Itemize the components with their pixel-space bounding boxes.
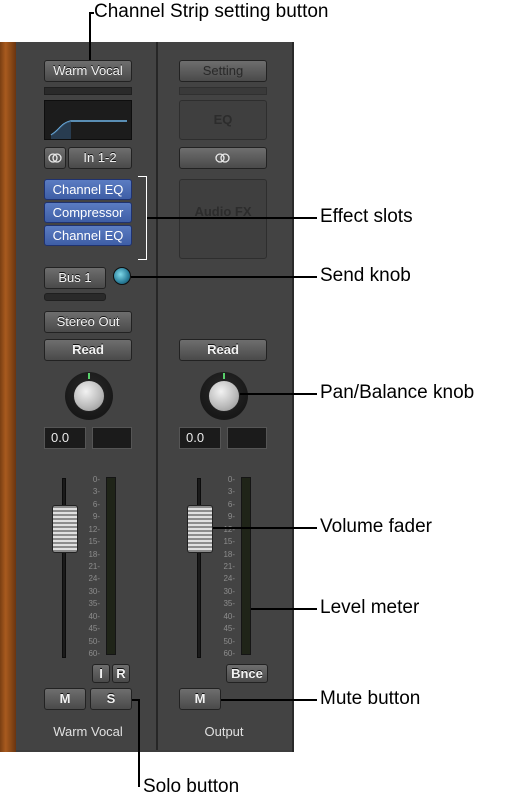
meter-scale-label: 30- (88, 586, 100, 596)
callout-pan-balance-knob: Pan/Balance knob (320, 382, 475, 403)
callout-volume-fader: Volume fader (320, 516, 432, 537)
meter-scale-label: 0- (227, 475, 235, 484)
callout-line (89, 12, 94, 14)
bounce-button[interactable]: Bnce (226, 664, 268, 683)
meter-scale-label: 50- (223, 636, 235, 646)
output-level-meter (241, 477, 251, 655)
meter-scale-label: 18- (88, 549, 100, 559)
automation-mode-button[interactable]: Read (44, 339, 132, 361)
meter-scale-label: 35- (88, 599, 100, 609)
meter-scale-label: 15- (223, 537, 235, 547)
mixer-right-edge (292, 42, 294, 750)
meter-scale-label: 60- (223, 649, 235, 658)
track-name[interactable]: Warm Vocal (30, 724, 146, 739)
output-button[interactable]: Stereo Out (44, 311, 132, 333)
mute-button[interactable]: M (44, 688, 86, 710)
callout-mute-button: Mute button (320, 688, 421, 709)
effect-slot-3[interactable]: Channel EQ (44, 225, 132, 246)
balance-knob[interactable] (208, 380, 240, 412)
meter-scale-label: 21- (88, 562, 100, 571)
meter-scale-label: 45- (223, 624, 235, 634)
callout-send-knob: Send knob (320, 265, 411, 286)
callout-effect-slots: Effect slots (320, 206, 413, 227)
callout-channel-strip-setting: Channel Strip setting button (94, 1, 329, 22)
callout-line (89, 12, 91, 60)
wood-side-panel (0, 42, 16, 752)
volume-fader[interactable] (52, 505, 78, 553)
meter-scale-label: 30- (223, 586, 235, 596)
callout-line (131, 276, 317, 278)
callout-line (251, 608, 317, 610)
callout-line (147, 217, 317, 219)
strip-divider (156, 42, 158, 750)
meter-scale-label: 45- (88, 624, 100, 634)
link-rings-icon (48, 153, 62, 163)
output-setting-button[interactable]: Setting (179, 60, 267, 82)
meter-scale-label: 18- (223, 549, 235, 559)
output-automation-button[interactable]: Read (179, 339, 267, 361)
output-name[interactable]: Output (168, 724, 280, 739)
pan-balance-knob[interactable] (73, 380, 105, 412)
meter-scale-label: 3- (92, 487, 100, 497)
callout-line (138, 699, 140, 787)
link-rings-icon (215, 153, 230, 163)
meter-scale-label: 21- (223, 562, 235, 571)
effect-slot-2[interactable]: Compressor (44, 202, 132, 223)
send-knob[interactable] (113, 267, 131, 285)
callout-line (240, 393, 317, 395)
input-button[interactable]: In 1-2 (68, 147, 132, 169)
callout-line (221, 699, 317, 701)
meter-scale-label: 9- (92, 512, 100, 522)
level-meter (106, 477, 116, 655)
meter-scale-label: 15- (88, 537, 100, 547)
callout-line (213, 527, 317, 529)
callout-level-meter: Level meter (320, 597, 420, 618)
volume-value-field[interactable]: 0.0 (44, 427, 86, 449)
output-peak-display (227, 427, 267, 449)
record-enable-button[interactable]: R (112, 664, 130, 683)
meter-scale-label: 6- (227, 499, 235, 509)
meter-scale-label: 12- (88, 524, 100, 534)
meter-scale-label: 24- (88, 574, 100, 584)
meter-scale-label: 6- (92, 499, 100, 509)
output-link-button[interactable] (179, 147, 267, 169)
meter-scale-label: 35- (223, 599, 235, 609)
output-volume-field[interactable]: 0.0 (179, 427, 221, 449)
output-volume-fader[interactable] (187, 505, 213, 553)
solo-button[interactable]: S (90, 688, 132, 710)
meter-scale-label: 0- (92, 475, 100, 484)
empty-send-slot[interactable] (44, 293, 106, 301)
eq-thumbnail[interactable] (44, 100, 132, 140)
effect-slots-bracket (138, 176, 147, 260)
output-meter-scale: 0- 3- 6- 9- 12- 15- 18- 21- 24- 30- 35- 40- 45- 50- 60… (219, 475, 239, 658)
eq-slot[interactable]: EQ (179, 100, 267, 140)
stereo-link-button[interactable] (44, 147, 66, 169)
pan-indicator (88, 373, 90, 379)
meter-scale-label: 3- (227, 487, 235, 497)
send-slot-button[interactable]: Bus 1 (44, 267, 106, 289)
meter-scale-label: 9- (227, 512, 235, 522)
balance-indicator (223, 373, 225, 379)
output-mute-button[interactable]: M (179, 688, 221, 710)
effect-slot-1[interactable]: Channel EQ (44, 179, 132, 200)
eq-curve-graphic (50, 120, 127, 139)
audio-fx-slot[interactable]: Audio FX (179, 179, 267, 259)
callout-solo-button: Solo button (143, 776, 240, 797)
meter-scale-label: 24- (223, 574, 235, 584)
meter-scale-label: 60- (88, 649, 100, 658)
meter-scale: 0- 3- 6- 9- 12- 15- 18- 21- 24- 30- 35- 40- 45- 50- 60… (84, 475, 104, 658)
meter-scale-label: 50- (88, 636, 100, 646)
output-gain-meter (179, 87, 267, 95)
gain-reduction-meter (44, 87, 132, 95)
meter-scale-label: 40- (223, 611, 235, 621)
channel-strip-setting-button[interactable]: Warm Vocal (44, 60, 132, 82)
input-monitor-button[interactable]: I (92, 664, 110, 683)
meter-scale-label: 40- (88, 611, 100, 621)
peak-level-display (92, 427, 132, 449)
